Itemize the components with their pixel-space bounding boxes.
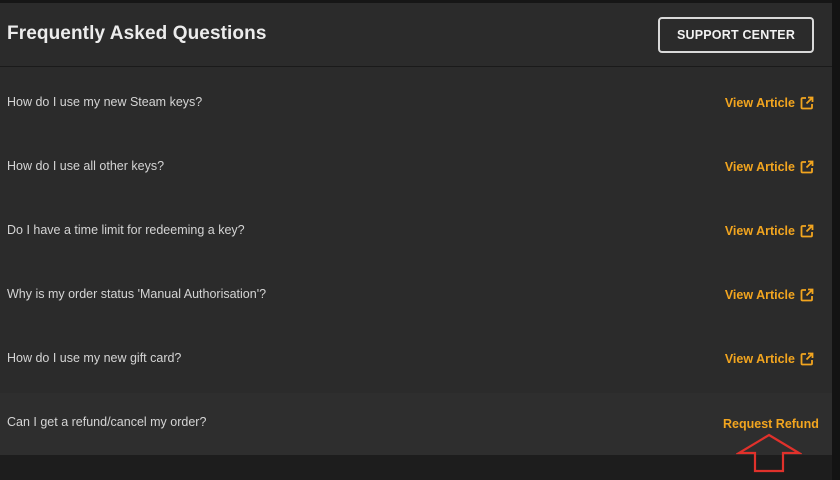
faq-row: Why is my order status 'Manual Authorisa… (0, 263, 832, 327)
page-title: Frequently Asked Questions (7, 23, 267, 44)
faq-header: Frequently Asked Questions SUPPORT CENTE… (0, 3, 832, 67)
view-article-label: View Article (724, 96, 795, 110)
view-article-label: View Article (724, 224, 795, 238)
faq-question: Can I get a refund/cancel my order? (7, 415, 207, 429)
view-article-label: View Article (724, 288, 795, 302)
external-link-icon (800, 224, 814, 238)
faq-list: How do I use my new Steam keys? View Art… (0, 71, 832, 391)
faq-row: How do I use all other keys? View Articl… (0, 135, 832, 199)
view-article-label: View Article (724, 352, 795, 366)
view-article-link[interactable]: View Article (725, 224, 814, 238)
external-link-icon (800, 96, 814, 110)
view-article-label: View Article (724, 160, 795, 174)
view-article-link[interactable]: View Article (725, 352, 814, 366)
faq-question: Why is my order status 'Manual Authorisa… (7, 287, 267, 301)
view-article-link[interactable]: View Article (725, 288, 814, 302)
faq-row: Do I have a time limit for redeeming a k… (0, 199, 832, 263)
refund-row: Can I get a refund/cancel my order? Requ… (0, 393, 832, 455)
up-arrow-annotation-icon (736, 433, 802, 473)
view-article-link[interactable]: View Article (725, 160, 814, 174)
faq-question: How do I use my new gift card? (7, 351, 182, 365)
faq-question: How do I use all other keys? (7, 159, 165, 173)
scrollbar-track[interactable] (832, 0, 840, 480)
faq-row: How do I use my new Steam keys? View Art… (0, 71, 832, 135)
faq-row: How do I use my new gift card? View Arti… (0, 327, 832, 391)
external-link-icon (800, 352, 814, 366)
faq-question: Do I have a time limit for redeeming a k… (7, 223, 245, 237)
external-link-icon (800, 160, 814, 174)
view-article-link[interactable]: View Article (725, 96, 814, 110)
request-refund-link[interactable]: Request Refund (723, 417, 819, 431)
faq-question: How do I use my new Steam keys? (7, 95, 203, 109)
support-center-button[interactable]: SUPPORT CENTER (658, 17, 814, 53)
faq-panel: Frequently Asked Questions SUPPORT CENTE… (0, 0, 832, 455)
external-link-icon (800, 288, 814, 302)
